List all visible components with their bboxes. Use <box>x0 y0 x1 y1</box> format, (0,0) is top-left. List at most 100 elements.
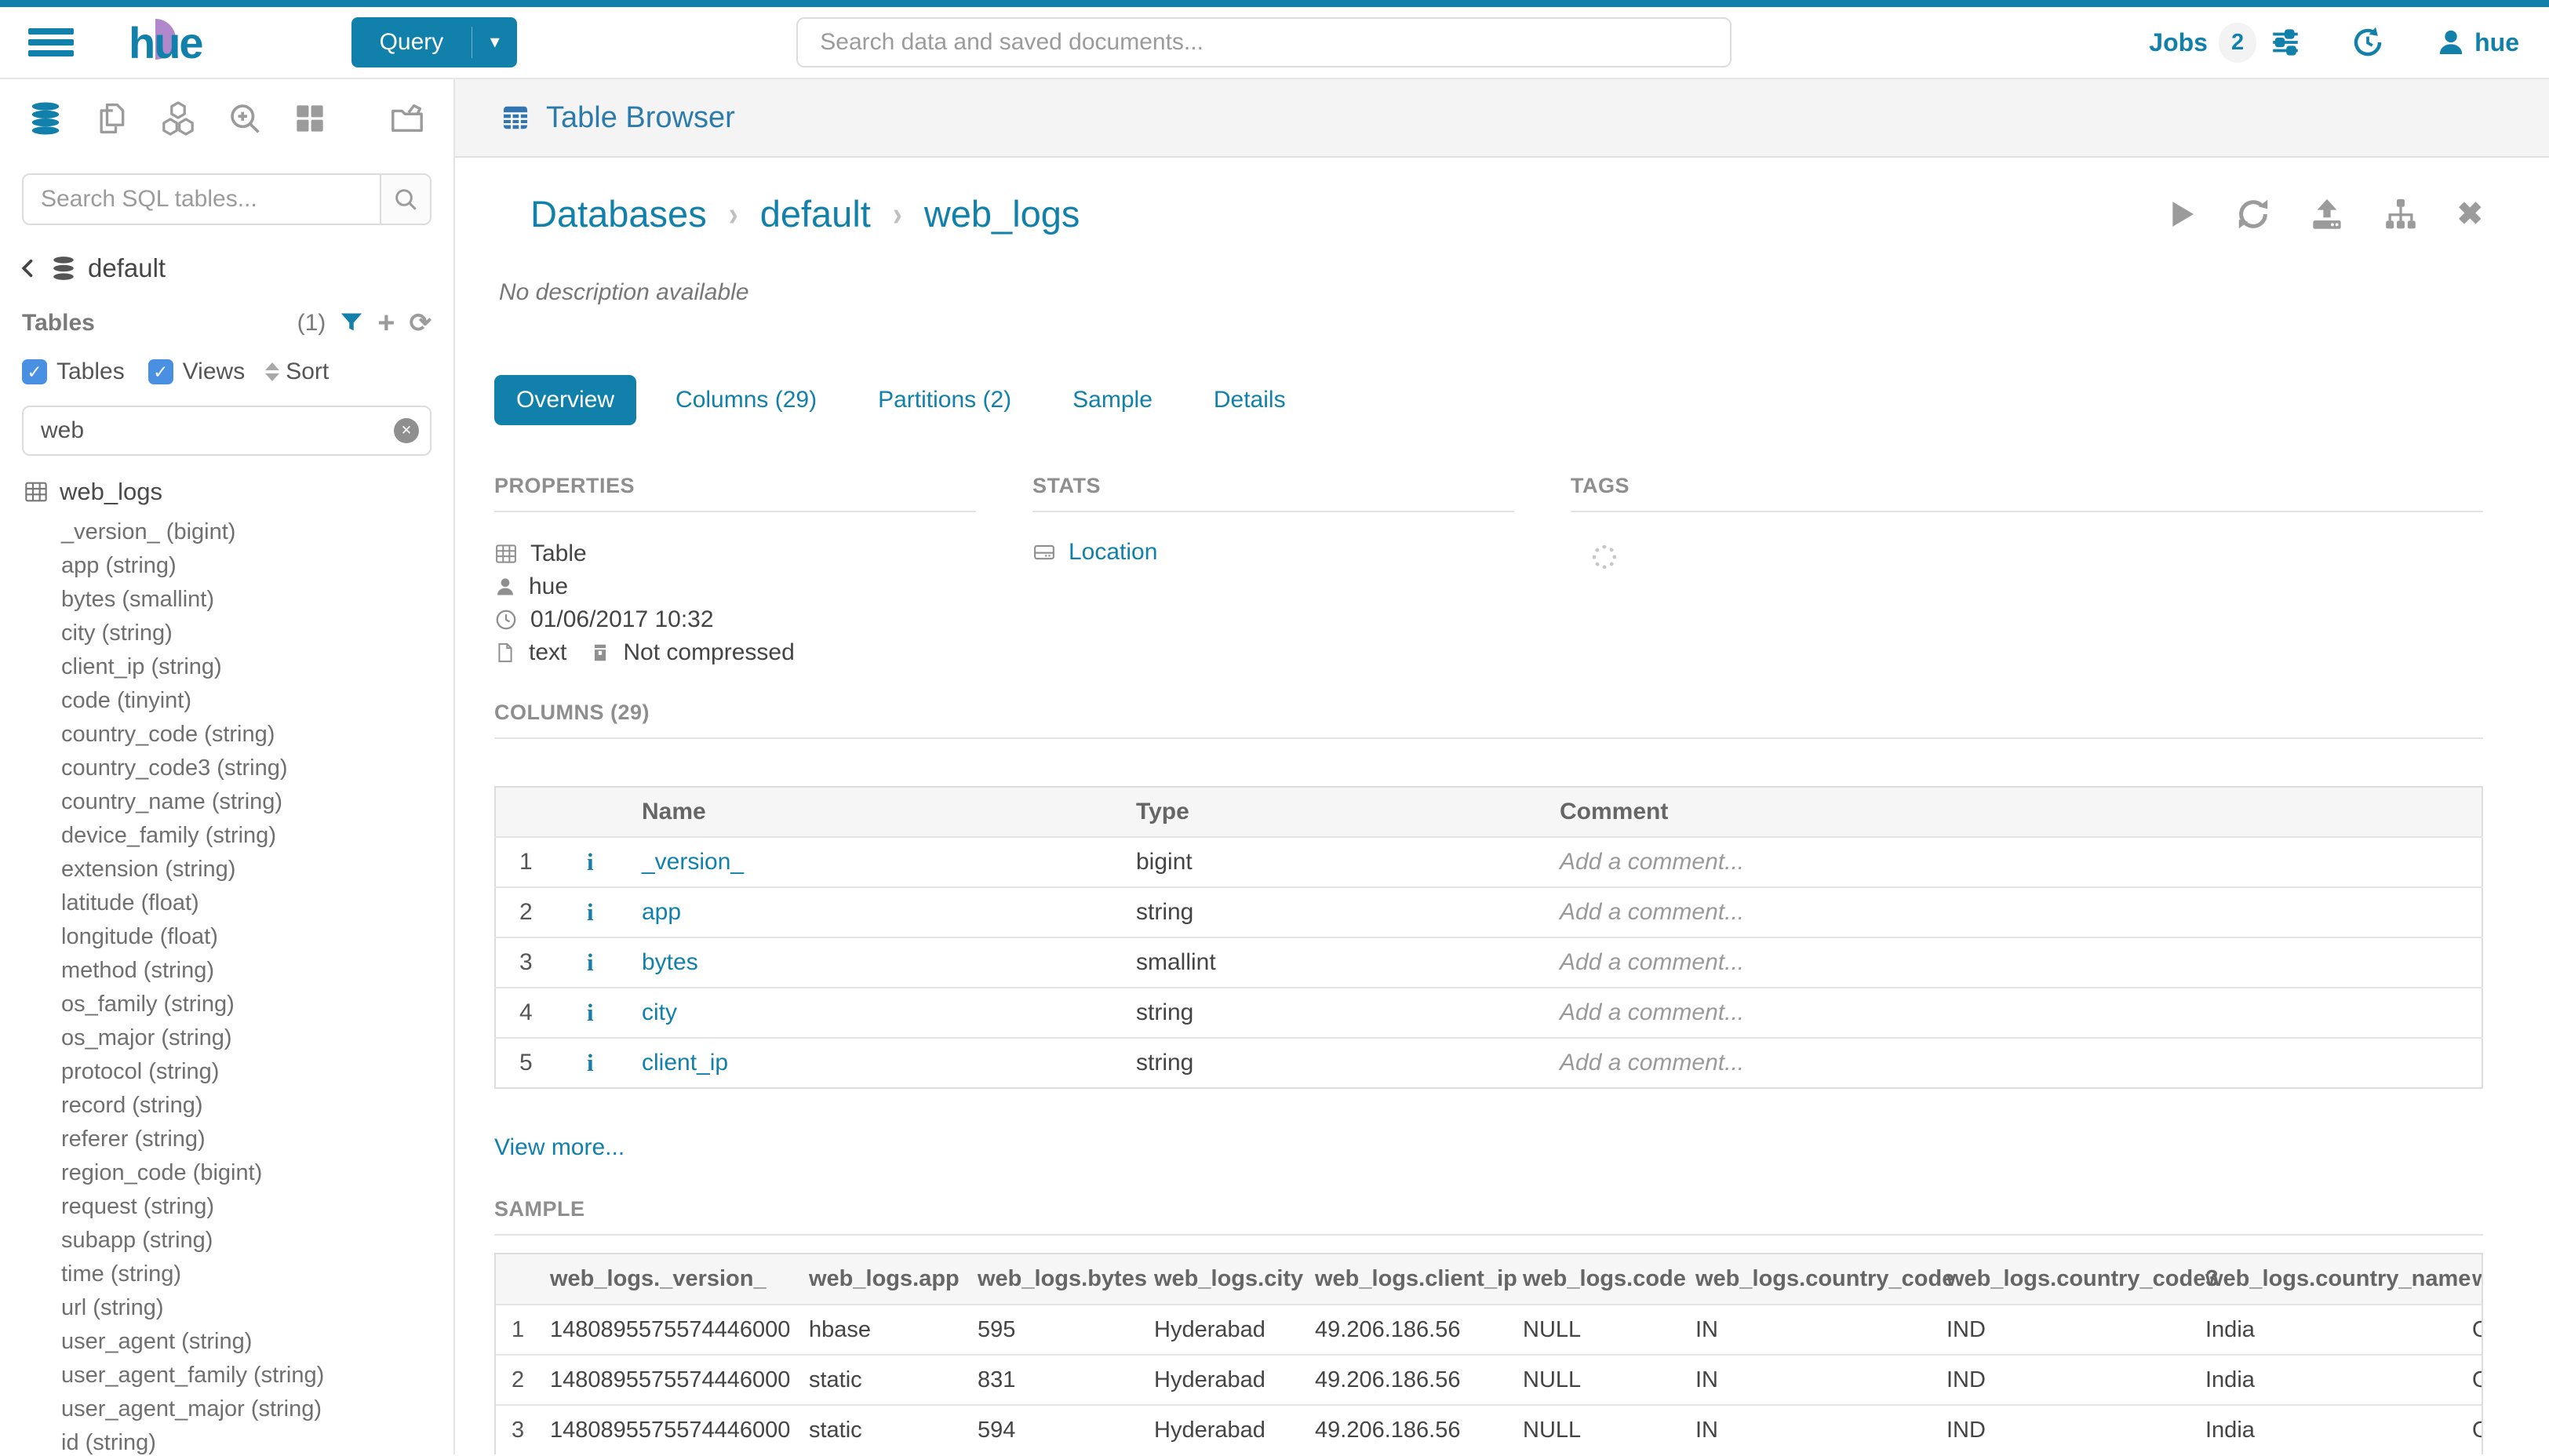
left-assist-panel: default Tables (1) + ⟳ ✓ Tables ✓ Views … <box>0 79 455 1454</box>
sidebar-column-item[interactable]: latitude (float) <box>24 886 453 920</box>
sidebar-column-item[interactable]: request (string) <box>24 1190 453 1224</box>
tab-details[interactable]: Details <box>1192 375 1308 425</box>
archive-icon <box>590 641 610 664</box>
apps-grid-icon[interactable] <box>293 102 326 135</box>
sidebar-column-item[interactable]: app (string) <box>24 549 453 583</box>
sidebar-column-item[interactable]: region_code (bigint) <box>24 1156 453 1190</box>
sidebar-column-item[interactable]: user_agent_major (string) <box>24 1392 453 1426</box>
sample-column-header: web_logs._version_ <box>539 1254 798 1305</box>
breadcrumb-table[interactable]: web_logs <box>924 192 1080 235</box>
sidebar-column-item[interactable]: longitude (float) <box>24 920 453 954</box>
chevron-left-icon <box>17 256 39 281</box>
refresh-icon[interactable] <box>2235 196 2271 232</box>
info-icon[interactable]: i <box>587 848 594 875</box>
tab-columns-29[interactable]: Columns (29) <box>654 375 839 425</box>
breadcrumb-database[interactable]: default <box>760 192 871 235</box>
column-name-link[interactable]: app <box>642 899 681 925</box>
folder-documents-icon[interactable] <box>389 100 425 136</box>
cubes-icon[interactable] <box>160 100 196 136</box>
table-browser-icon <box>501 103 530 133</box>
sliders-icon[interactable] <box>2269 26 2302 59</box>
views-checkbox-label[interactable]: Views <box>183 359 245 385</box>
sidebar-column-item[interactable]: os_major (string) <box>24 1021 453 1055</box>
sidebar-column-item[interactable]: protocol (string) <box>24 1055 453 1089</box>
hue-logo[interactable]: hue <box>129 17 202 68</box>
info-icon[interactable]: i <box>587 898 594 926</box>
info-icon[interactable]: i <box>587 1049 594 1076</box>
hamburger-menu-icon[interactable] <box>28 24 74 61</box>
sidebar-column-item[interactable]: url (string) <box>24 1291 453 1325</box>
sidebar-column-item[interactable]: method (string) <box>24 954 453 988</box>
column-comment-placeholder[interactable]: Add a comment... <box>1550 887 2482 937</box>
sidebar-column-item[interactable]: extension (string) <box>24 853 453 886</box>
sidebar-column-item[interactable]: time (string) <box>24 1258 453 1291</box>
tables-checkbox[interactable]: ✓ <box>22 359 47 384</box>
tables-checkbox-label[interactable]: Tables <box>56 359 125 385</box>
close-icon[interactable]: ✖ <box>2456 196 2483 232</box>
table-filter-input[interactable] <box>22 406 432 456</box>
sidebar-column-item[interactable]: _version_ (bigint) <box>24 515 453 549</box>
lineage-icon[interactable] <box>2383 196 2419 232</box>
sql-table-search-button[interactable] <box>380 175 430 224</box>
sql-table-search-input[interactable] <box>24 175 380 224</box>
databases-icon[interactable] <box>28 100 63 136</box>
jobs-count-badge[interactable]: 2 <box>2219 23 2256 63</box>
sidebar-column-item[interactable]: country_code (string) <box>24 718 453 752</box>
property-owner: hue <box>494 570 976 603</box>
column-name-link[interactable]: _version_ <box>642 849 744 875</box>
tab-sample[interactable]: Sample <box>1051 375 1174 425</box>
global-search-input[interactable] <box>796 17 1731 67</box>
table-tree-item[interactable]: web_logs <box>24 478 453 506</box>
import-icon[interactable] <box>2309 196 2345 232</box>
query-dropdown-caret[interactable]: ▾ <box>472 27 517 58</box>
query-button[interactable]: Query ▾ <box>351 17 518 67</box>
sidebar-column-item[interactable]: country_code3 (string) <box>24 752 453 785</box>
column-comment-placeholder[interactable]: Add a comment... <box>1550 937 2482 988</box>
documents-icon[interactable] <box>94 100 129 136</box>
jobs-link[interactable]: Jobs <box>2149 28 2208 57</box>
column-comment-placeholder[interactable]: Add a comment... <box>1550 988 2482 1038</box>
tab-partitions-2[interactable]: Partitions (2) <box>856 375 1033 425</box>
sample-table-row: 21480895575574446000static831Hyderabad49… <box>496 1355 2483 1405</box>
view-more-link[interactable]: View more... <box>494 1134 2483 1161</box>
sidebar-column-item[interactable]: os_family (string) <box>24 988 453 1021</box>
column-name-link[interactable]: client_ip <box>642 1050 728 1076</box>
history-icon[interactable] <box>2351 25 2385 60</box>
sort-toggle[interactable]: Sort <box>265 359 329 385</box>
info-icon[interactable]: i <box>587 999 594 1026</box>
sidebar-column-item[interactable]: country_name (string) <box>24 785 453 819</box>
database-breadcrumb[interactable]: default <box>17 253 453 283</box>
page-title: Table Browser <box>546 101 735 135</box>
sidebar-column-item[interactable]: bytes (smallint) <box>24 583 453 617</box>
info-icon[interactable]: i <box>587 948 594 976</box>
sidebar-column-item[interactable]: record (string) <box>24 1089 453 1123</box>
sidebar-column-item[interactable]: city (string) <box>24 617 453 650</box>
zoom-in-icon[interactable] <box>228 100 262 136</box>
clear-filter-icon[interactable]: ✕ <box>394 418 419 443</box>
sample-cell: NULL <box>1512 1355 1684 1405</box>
filter-funnel-icon[interactable] <box>340 311 363 335</box>
breadcrumb-databases[interactable]: Databases <box>530 192 707 235</box>
sidebar-column-item[interactable]: user_agent (string) <box>24 1325 453 1359</box>
sidebar-column-item[interactable]: client_ip (string) <box>24 650 453 684</box>
sidebar-column-item[interactable]: code (tinyint) <box>24 684 453 718</box>
column-comment-placeholder[interactable]: Add a comment... <box>1550 1038 2482 1088</box>
query-table-icon[interactable] <box>2166 197 2198 231</box>
sample-column-header: web_logs.app <box>798 1254 967 1305</box>
refresh-tables-icon[interactable]: ⟳ <box>410 311 432 335</box>
sidebar-column-item[interactable]: id (string) <box>24 1426 453 1454</box>
sidebar-column-item[interactable]: user_agent_family (string) <box>24 1359 453 1392</box>
sidebar-column-item[interactable]: subapp (string) <box>24 1224 453 1258</box>
column-comment-placeholder[interactable]: Add a comment... <box>1550 837 2482 887</box>
sample-row-number: 2 <box>496 1355 539 1405</box>
column-name-link[interactable]: bytes <box>642 949 698 975</box>
user-menu[interactable]: hue <box>2435 27 2519 58</box>
column-name-link[interactable]: city <box>642 999 677 1025</box>
tab-overview[interactable]: Overview <box>494 375 636 425</box>
sample-row-number: 3 <box>496 1405 539 1454</box>
sidebar-column-item[interactable]: referer (string) <box>24 1123 453 1156</box>
location-link[interactable]: Location <box>1069 539 1157 566</box>
views-checkbox[interactable]: ✓ <box>148 359 173 384</box>
sidebar-column-item[interactable]: device_family (string) <box>24 819 453 853</box>
add-table-icon[interactable]: + <box>377 311 395 335</box>
